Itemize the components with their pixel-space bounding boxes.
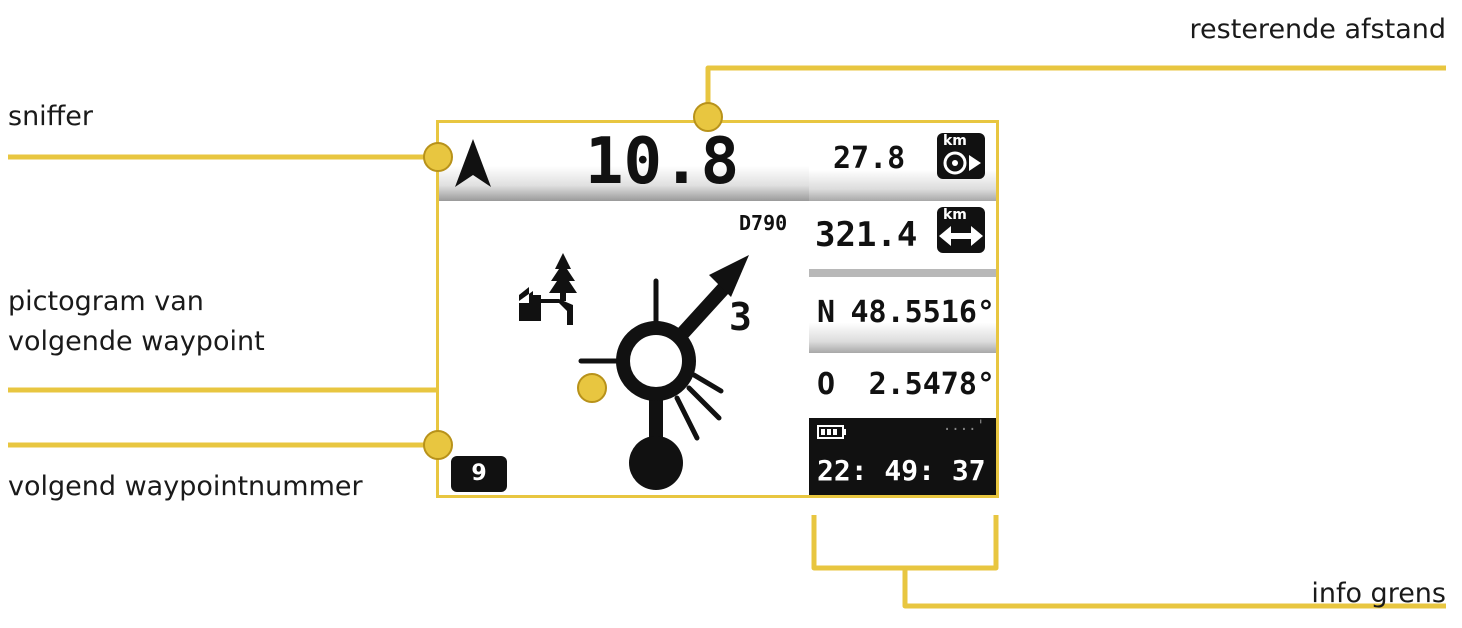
label-info-border: info grens (1311, 578, 1446, 609)
sniffer-arrow-icon (455, 139, 491, 187)
lon-value: 2.5478° (868, 367, 995, 402)
odometer-badge: km (937, 133, 985, 179)
callout-line-remaining-distance (705, 65, 1446, 115)
roundabout-icon (578, 255, 749, 490)
device-screen: 10.8 27.8 km 321.4 km N 48.5516° O 2.547… (436, 120, 999, 498)
waypoint-number-badge: 9 (451, 456, 507, 492)
label-pictogram-line2: volgende waypoint (8, 326, 265, 357)
label-pictogram-line1: pictogram van (8, 286, 204, 317)
double-arrow-icon (939, 226, 983, 246)
label-remaining-distance: resterende afstand (1189, 14, 1446, 45)
landmark-pictogram-icon (519, 253, 577, 325)
odometer-icon (943, 151, 981, 175)
callout-line-info-border (811, 515, 999, 571)
signal-indicator: ....' (942, 418, 985, 434)
double-arrow-badge: km (937, 207, 985, 253)
label-sniffer: sniffer (8, 101, 93, 132)
distance-main: 10.8 (585, 125, 740, 199)
lat-value: 48.5516° (850, 295, 996, 330)
label-next-waypoint-number: volgend waypointnummer (8, 471, 363, 502)
trip-distance-value: 27.8 (833, 141, 906, 176)
trip-distance-row: 27.8 km (809, 123, 996, 201)
